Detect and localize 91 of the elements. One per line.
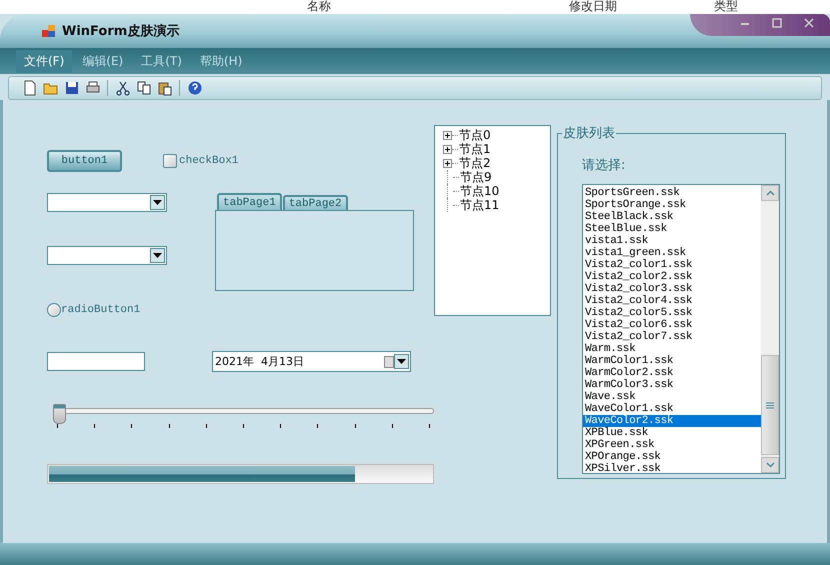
- tick-mark: [354, 424, 356, 428]
- column-header: 名称: [307, 0, 331, 14]
- tick-mark: [57, 424, 58, 428]
- new-file-icon: [22, 80, 38, 96]
- tab[interactable]: tabPage2: [282, 195, 348, 210]
- list-item[interactable]: SteelBlue.ssk: [583, 223, 761, 235]
- copy-button[interactable]: [135, 80, 152, 96]
- list-item[interactable]: Vista2_color1.ssk: [583, 259, 761, 271]
- tab[interactable]: tabPage1: [217, 193, 282, 210]
- copy-icon: [136, 80, 152, 96]
- prompt-label: 请选择:: [582, 157, 626, 174]
- list-item[interactable]: WarmColor3.ssk: [583, 379, 761, 391]
- scrollbar[interactable]: [761, 185, 779, 473]
- clipboard-button[interactable]: [156, 80, 173, 96]
- tick-mark: [242, 424, 244, 428]
- maximize-icon: [772, 18, 782, 28]
- list-item[interactable]: vista1.ssk: [583, 235, 761, 247]
- chevron-up-icon: [766, 190, 774, 196]
- grip-icon: [766, 402, 774, 408]
- scroll-thumb[interactable]: [761, 355, 779, 455]
- save-icon: [64, 80, 80, 96]
- list-item[interactable]: WaveColor2.ssk: [583, 415, 761, 427]
- checkbox[interactable]: [163, 154, 177, 168]
- list-item[interactable]: SteelBlack.ssk: [583, 211, 761, 223]
- list-item[interactable]: Vista2_color4.ssk: [583, 295, 761, 307]
- scroll-up-button[interactable]: [761, 185, 779, 201]
- combo-box[interactable]: [47, 193, 167, 212]
- dropdown-button[interactable]: [394, 354, 409, 369]
- list-item[interactable]: SportsOrange.ssk: [583, 199, 761, 211]
- tree-node[interactable]: 节点11: [460, 196, 500, 214]
- list-item[interactable]: Vista2_color7.ssk: [583, 331, 761, 343]
- tree-node[interactable]: 节点0: [459, 126, 491, 144]
- expand-icon[interactable]: [443, 144, 452, 154]
- list-item[interactable]: XPGreen.ssk: [583, 439, 761, 451]
- list-item[interactable]: Vista2_color2.ssk: [583, 271, 761, 283]
- menu-item[interactable]: 文件(F): [16, 50, 72, 72]
- save-button[interactable]: [63, 80, 80, 96]
- tick-mark: [428, 424, 430, 428]
- list-item[interactable]: WaveColor1.ssk: [583, 403, 761, 415]
- slider-thumb[interactable]: [53, 404, 66, 424]
- group-title: 皮肤列表: [562, 125, 616, 142]
- tick-mark: [392, 424, 393, 428]
- list-item[interactable]: Warm.ssk: [583, 343, 761, 355]
- list-item[interactable]: vista1_green.ssk: [583, 247, 761, 259]
- clipboard-icon: [156, 80, 172, 96]
- help-icon: [186, 80, 202, 96]
- tick-mark: [317, 424, 318, 428]
- expand-icon[interactable]: [443, 158, 452, 168]
- scroll-down-button[interactable]: [761, 457, 779, 473]
- text-field[interactable]: [47, 352, 145, 371]
- dropdown-button[interactable]: [150, 248, 165, 263]
- list-item[interactable]: Vista2_color5.ssk: [583, 307, 761, 319]
- button[interactable]: button1: [47, 150, 122, 172]
- radio-button[interactable]: [47, 303, 61, 317]
- list-item[interactable]: Vista2_color6.ssk: [583, 319, 761, 331]
- tick-mark: [280, 424, 282, 428]
- list-item[interactable]: XPSilver.ssk: [583, 463, 761, 475]
- tick-mark: [168, 424, 170, 428]
- column-header: 修改日期: [569, 0, 617, 14]
- help-button[interactable]: [186, 80, 203, 96]
- radio-label: radioButton1: [61, 304, 140, 316]
- tree-node[interactable]: 节点9: [460, 168, 492, 186]
- tick-mark: [206, 424, 207, 428]
- window-title: WinForm皮肤演示: [62, 22, 180, 40]
- checkbox-label: checkBox1: [179, 155, 238, 167]
- tick-mark: [94, 424, 96, 428]
- scissors-icon: [114, 80, 130, 96]
- tick-mark: [131, 424, 132, 428]
- expand-icon[interactable]: [443, 130, 452, 140]
- tree-node[interactable]: 节点10: [460, 182, 500, 200]
- list-item[interactable]: XPOrange.ssk: [583, 451, 761, 463]
- tree-node[interactable]: 节点1: [459, 140, 491, 158]
- tree-node[interactable]: 节点2: [459, 154, 491, 172]
- caret-icon: [153, 200, 162, 205]
- combo-box[interactable]: [47, 246, 167, 265]
- list-item[interactable]: XPBlue.ssk: [583, 427, 761, 439]
- list-item[interactable]: Vista2_color3.ssk: [583, 283, 761, 295]
- caret-icon: [153, 253, 162, 258]
- list-item[interactable]: WarmColor1.ssk: [583, 355, 761, 367]
- list-item[interactable]: SportsGreen.ssk: [583, 187, 761, 199]
- list-item[interactable]: Wave.ssk: [583, 391, 761, 403]
- close-icon: [804, 18, 814, 28]
- app-icon: [42, 24, 56, 38]
- chevron-down-icon: [766, 462, 774, 468]
- caret-icon: [397, 359, 406, 364]
- dropdown-button[interactable]: [150, 195, 165, 210]
- calendar-icon: [384, 356, 394, 368]
- column-header: 类型: [714, 0, 738, 14]
- list-item[interactable]: WarmColor2.ssk: [583, 367, 761, 379]
- scissors-button[interactable]: [114, 80, 131, 96]
- date-picker[interactable]: 2021年 4月13日: [212, 351, 411, 372]
